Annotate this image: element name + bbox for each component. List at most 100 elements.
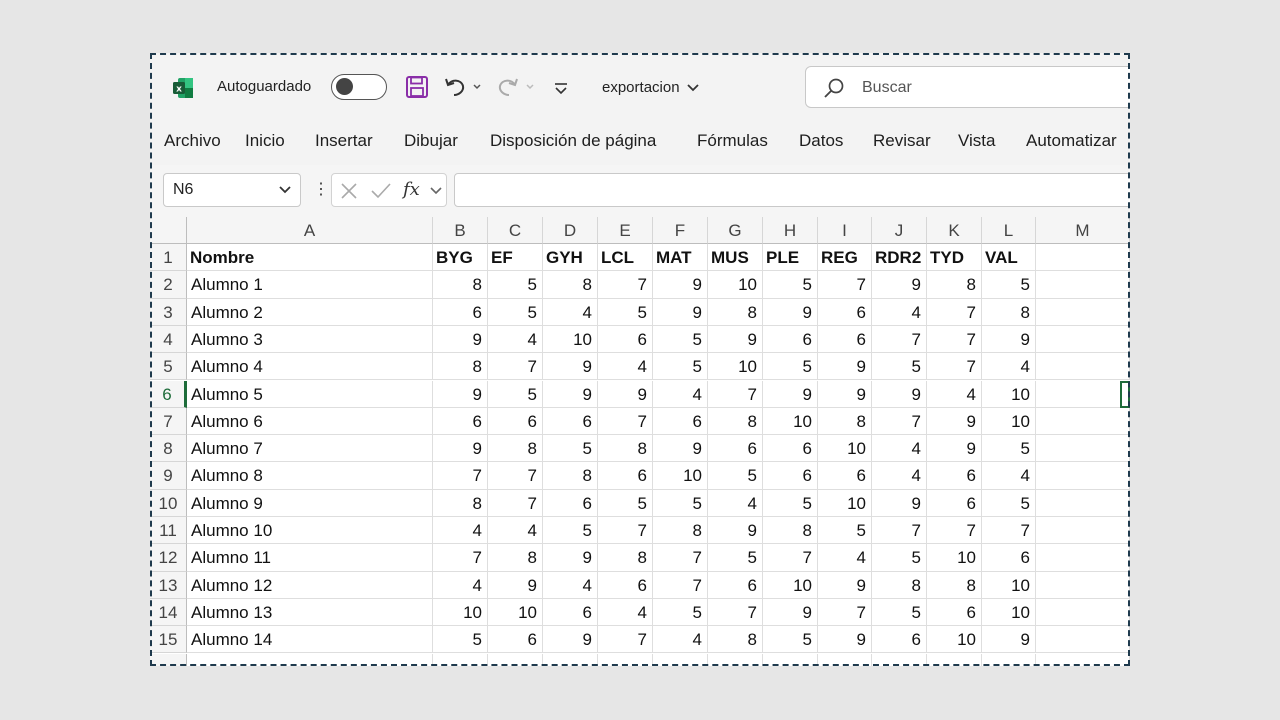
cell[interactable]: 4 (598, 598, 653, 627)
row-header[interactable]: 7 (150, 407, 187, 436)
cell[interactable]: 6 (543, 489, 598, 517)
cell[interactable] (872, 653, 927, 666)
header-cell[interactable]: MAT (653, 244, 708, 272)
cell[interactable]: 5 (763, 271, 818, 299)
cell[interactable]: 5 (982, 271, 1036, 299)
cell[interactable]: Alumno 5 (187, 380, 433, 408)
cell[interactable]: 8 (598, 435, 653, 463)
cell[interactable]: 7 (598, 407, 653, 436)
row-header[interactable]: 15 (150, 626, 187, 654)
cell[interactable]: 10 (708, 271, 763, 299)
cell[interactable]: 9 (982, 626, 1036, 654)
cell[interactable]: 5 (653, 353, 708, 381)
header-cell[interactable]: REG (818, 244, 872, 272)
cell[interactable]: 7 (488, 489, 543, 517)
cell[interactable]: 9 (763, 298, 818, 326)
cell[interactable]: 4 (543, 571, 598, 599)
cell[interactable]: 9 (818, 626, 872, 654)
cell[interactable]: 5 (872, 353, 927, 381)
cell[interactable]: 8 (488, 544, 543, 572)
column-header-g[interactable]: G (708, 217, 763, 244)
cell[interactable]: 9 (488, 571, 543, 599)
cell[interactable]: 10 (543, 325, 598, 354)
cell[interactable] (1036, 626, 1130, 654)
row-header[interactable]: 2 (150, 271, 187, 299)
cell[interactable]: 9 (433, 325, 488, 354)
cell[interactable]: 10 (982, 380, 1036, 408)
column-header-m[interactable]: M (1036, 217, 1130, 244)
header-cell[interactable]: Nombre (187, 244, 433, 272)
column-header-l[interactable]: L (982, 217, 1036, 244)
column-header-d[interactable]: D (543, 217, 598, 244)
cell[interactable] (1036, 598, 1130, 627)
cell[interactable] (543, 653, 598, 666)
cell[interactable]: 8 (927, 571, 982, 599)
cell[interactable]: 8 (433, 489, 488, 517)
cell[interactable]: 6 (433, 407, 488, 436)
cell[interactable]: 5 (598, 489, 653, 517)
cell[interactable]: 6 (763, 435, 818, 463)
cell[interactable] (1036, 353, 1130, 381)
cell[interactable] (1036, 435, 1130, 463)
cell[interactable]: 9 (872, 271, 927, 299)
cell[interactable]: 9 (653, 298, 708, 326)
cell[interactable]: 8 (708, 298, 763, 326)
row-header[interactable]: 9 (150, 462, 187, 490)
cell[interactable]: 9 (598, 380, 653, 408)
cell[interactable]: 7 (927, 298, 982, 326)
cell[interactable] (433, 653, 488, 666)
cell[interactable]: 4 (927, 380, 982, 408)
search-input[interactable]: Buscar (862, 79, 912, 97)
cell[interactable]: 7 (927, 325, 982, 354)
cell[interactable]: 5 (653, 489, 708, 517)
insert-function-icon[interactable]: fx (403, 179, 420, 200)
cell[interactable]: 6 (872, 626, 927, 654)
cell[interactable]: 5 (982, 489, 1036, 517)
cell[interactable]: 4 (543, 298, 598, 326)
cell[interactable]: 5 (708, 462, 763, 490)
cell[interactable]: 8 (763, 517, 818, 545)
cell[interactable] (1036, 380, 1130, 408)
formula-input[interactable] (454, 173, 1130, 207)
header-cell[interactable]: TYD (927, 244, 982, 272)
redo-icon[interactable] (496, 73, 536, 101)
cell[interactable] (1036, 653, 1130, 666)
cell[interactable]: 9 (872, 380, 927, 408)
cell[interactable]: 5 (543, 517, 598, 545)
cell[interactable]: 10 (982, 598, 1036, 627)
spreadsheet-grid[interactable]: A B C D E F G H I J K L M 1 Nombre BYG EF GYH LCL MAT MUS PLE… (150, 217, 1130, 666)
row-header[interactable]: 6 (150, 380, 187, 408)
row-header[interactable]: 4 (150, 325, 187, 354)
select-all-corner[interactable] (150, 217, 187, 244)
cell[interactable] (187, 653, 433, 666)
tab-disposicion[interactable]: Disposición de página (490, 131, 656, 151)
tab-archivo[interactable]: Archivo (164, 131, 221, 151)
cell[interactable]: 9 (433, 435, 488, 463)
cell[interactable]: 10 (763, 571, 818, 599)
header-cell[interactable]: RDR2 (872, 244, 927, 272)
cell[interactable]: 6 (598, 325, 653, 354)
cell[interactable]: 9 (708, 325, 763, 354)
cell[interactable]: 9 (543, 544, 598, 572)
cell[interactable]: Alumno 8 (187, 462, 433, 490)
cell[interactable]: 4 (872, 298, 927, 326)
row-header[interactable]: 12 (150, 544, 187, 572)
cell[interactable]: Alumno 9 (187, 489, 433, 517)
cell[interactable]: 9 (872, 489, 927, 517)
cell[interactable]: 7 (927, 517, 982, 545)
cell[interactable]: 4 (433, 571, 488, 599)
cell[interactable] (1036, 325, 1130, 354)
cell[interactable]: Alumno 2 (187, 298, 433, 326)
tab-formulas[interactable]: Fórmulas (697, 131, 768, 151)
cell[interactable]: 7 (488, 462, 543, 490)
cell[interactable]: 8 (598, 544, 653, 572)
tab-automatizar[interactable]: Automatizar (1026, 131, 1117, 151)
cell[interactable] (1036, 517, 1130, 545)
cell[interactable] (1036, 407, 1130, 436)
cell[interactable] (653, 653, 708, 666)
cell[interactable]: 9 (543, 626, 598, 654)
cell[interactable]: 6 (708, 435, 763, 463)
cell[interactable]: 9 (763, 598, 818, 627)
cell[interactable]: 5 (763, 353, 818, 381)
cell[interactable]: 5 (818, 517, 872, 545)
